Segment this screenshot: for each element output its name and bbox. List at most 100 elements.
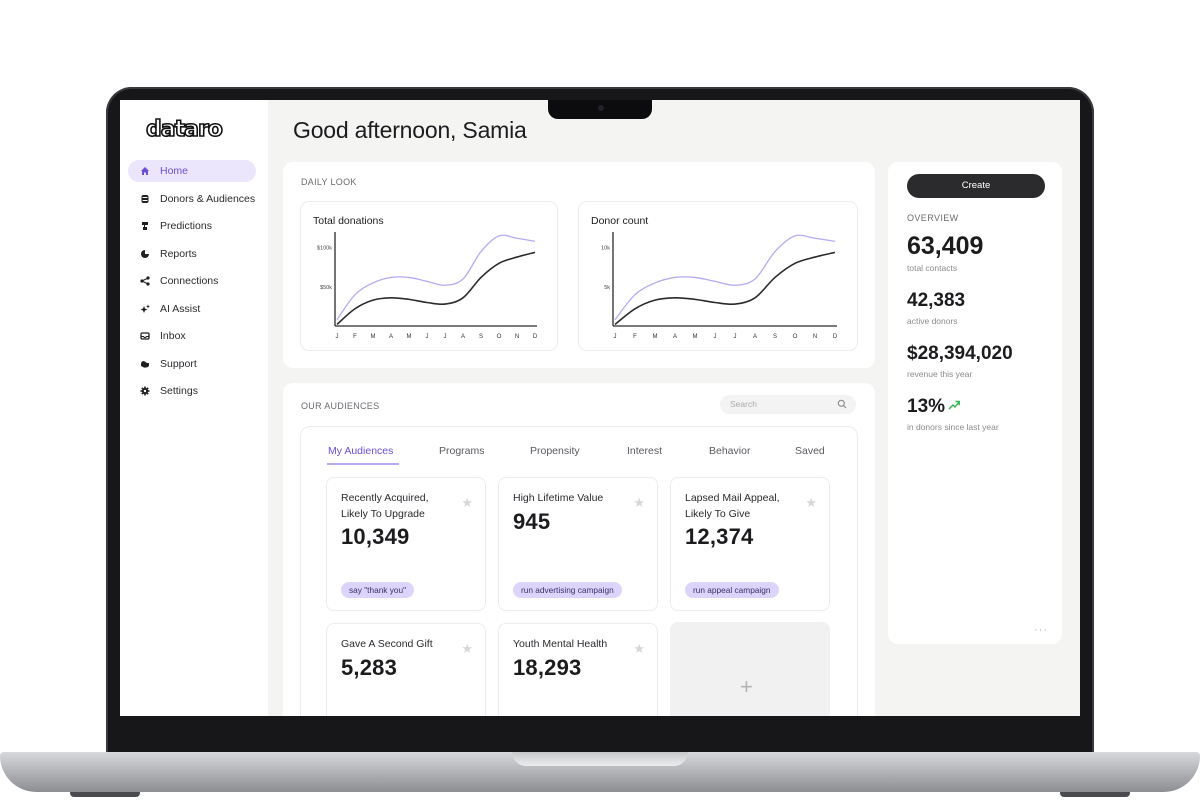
sidebar-item-ai-assist[interactable]: AI Assist (128, 298, 256, 320)
x-tick-label: M (371, 334, 376, 340)
sidebar-item-support[interactable]: Support (128, 353, 256, 375)
sidebar: dataro Home Donors & Audiences Predictio… (120, 100, 268, 716)
star-icon[interactable]: ★ (633, 641, 645, 657)
overview-card: Create OVERVIEW 63,409 total contacts 42… (888, 162, 1062, 644)
tab-my-audiences[interactable]: My Audiences (328, 445, 393, 457)
series-line-light (336, 234, 536, 321)
home-icon (140, 166, 150, 176)
sidebar-item-label: AI Assist (160, 302, 201, 315)
x-tick-label: J (614, 334, 617, 340)
laptop-foot-right (1060, 792, 1130, 797)
stat-total-contacts: 63,409 (907, 232, 984, 260)
y-tick-label: $100k (317, 246, 332, 252)
total-donations-plot: $100k $50k J F M A M J J A S O N D (317, 232, 538, 340)
audience-title: Youth Mental Health (513, 638, 608, 650)
connections-icon (140, 276, 150, 286)
search-input[interactable]: Search (720, 395, 856, 414)
sidebar-item-label: Inbox (160, 330, 186, 342)
x-tick-label: J (444, 334, 447, 340)
laptop-base-groove (512, 752, 688, 766)
x-tick-label: N (515, 334, 519, 340)
page-title: Good afternoon, Samia (293, 117, 527, 143)
star-icon[interactable]: ★ (461, 641, 473, 657)
x-tick-label: M (407, 334, 412, 340)
audience-card[interactable]: Lapsed Mail Appeal, Likely To Give ★ 12,… (670, 477, 830, 611)
action-pill[interactable]: run appeal campaign (685, 582, 779, 598)
star-icon[interactable]: ★ (633, 495, 645, 511)
tab-interest[interactable]: Interest (627, 445, 662, 457)
tab-programs[interactable]: Programs (439, 445, 485, 457)
active-tab-indicator (327, 463, 399, 465)
x-tick-label: F (633, 334, 637, 340)
audience-count: 945 (513, 509, 551, 534)
star-icon[interactable]: ★ (805, 495, 817, 511)
x-tick-label: O (793, 334, 798, 340)
x-tick-label: F (353, 334, 357, 340)
inbox-icon (140, 331, 150, 341)
dataro-logo[interactable]: dataro (145, 116, 224, 143)
predictions-icon (140, 221, 150, 231)
x-tick-label: N (813, 334, 817, 340)
search-icon[interactable] (837, 399, 847, 409)
x-tick-label: J (336, 334, 339, 340)
y-tick-label: 10k (601, 246, 610, 252)
sidebar-item-inbox[interactable]: Inbox (128, 325, 256, 347)
sidebar-item-settings[interactable]: Settings (128, 380, 256, 402)
reports-icon (140, 249, 150, 259)
audience-card[interactable]: Recently Acquired, Likely To Upgrade ★ 1… (326, 477, 486, 611)
sidebar-item-home[interactable]: Home (128, 160, 256, 182)
settings-icon (140, 386, 150, 396)
tab-behavior[interactable]: Behavior (709, 445, 750, 457)
sidebar-item-label: Reports (160, 247, 197, 260)
x-tick-label: A (461, 334, 465, 340)
audience-title: Gave A Second Gift (341, 638, 433, 650)
y-tick-label: $50k (320, 285, 332, 291)
create-button[interactable]: Create (907, 174, 1045, 198)
audience-count: 10,349 (341, 524, 410, 549)
sidebar-item-label: Home (160, 165, 189, 177)
stat-revenue: $28,394,020 (907, 343, 1013, 364)
camera (598, 105, 604, 111)
support-icon (140, 359, 150, 369)
add-audience-button[interactable]: + (670, 622, 830, 716)
ai-assist-icon (140, 304, 150, 314)
x-tick-label: J (714, 334, 717, 340)
donor-count-chart: Donor count 10k 5k J F M A M J J A S O N D (578, 201, 858, 351)
plus-icon: + (740, 674, 753, 699)
audience-card[interactable]: Youth Mental Health ★ 18,293 (498, 623, 658, 716)
star-icon[interactable]: ★ (461, 495, 473, 511)
x-tick-label: J (426, 334, 429, 340)
sidebar-item-predictions[interactable]: Predictions (128, 215, 256, 237)
sidebar-item-reports[interactable]: Reports (128, 243, 256, 265)
sidebar-nav: Home Donors & Audiences Predictions Repo… (128, 160, 256, 408)
sidebar-item-connections[interactable]: Connections (128, 270, 256, 292)
action-pill[interactable]: say "thank you" (341, 582, 415, 598)
laptop-foot-left (70, 792, 140, 797)
sidebar-item-label: Support (160, 357, 197, 370)
donors-icon (140, 194, 150, 204)
sidebar-item-label: Predictions (160, 220, 212, 232)
audience-title: Lapsed Mail Appeal, Likely To Give (685, 492, 780, 520)
audience-card[interactable]: High Lifetime Value ★ 945 run advertisin… (498, 477, 658, 611)
x-tick-label: O (497, 334, 502, 340)
search-placeholder: Search (730, 399, 757, 409)
stat-label: active donors (907, 316, 958, 326)
x-tick-label: S (773, 334, 777, 340)
action-pill[interactable]: run advertising campaign (513, 582, 622, 598)
tab-propensity[interactable]: Propensity (530, 445, 580, 457)
daily-look-label: DAILY LOOK (301, 177, 357, 187)
series-line-light (614, 234, 836, 321)
audience-title: High Lifetime Value (513, 492, 604, 504)
donor-count-plot: 10k 5k J F M A M J J A S O N D (601, 232, 838, 340)
audience-card[interactable]: Gave A Second Gift ★ 5,283 (326, 623, 486, 716)
sidebar-item-label: Connections (160, 275, 219, 287)
total-donations-chart: Total donations $100k $50k J F M A M J J A S O N D (300, 201, 558, 351)
sidebar-item-label: Donors & Audiences (160, 192, 256, 205)
more-options-icon[interactable]: ··· (1034, 624, 1048, 636)
x-tick-label: D (533, 334, 538, 340)
camera-notch (548, 100, 652, 119)
series-line-dark (614, 251, 836, 326)
sidebar-item-donors-audiences[interactable]: Donors & Audiences (128, 188, 256, 210)
tab-saved[interactable]: Saved (795, 445, 825, 457)
stat-active-donors: 42,383 (907, 290, 966, 311)
